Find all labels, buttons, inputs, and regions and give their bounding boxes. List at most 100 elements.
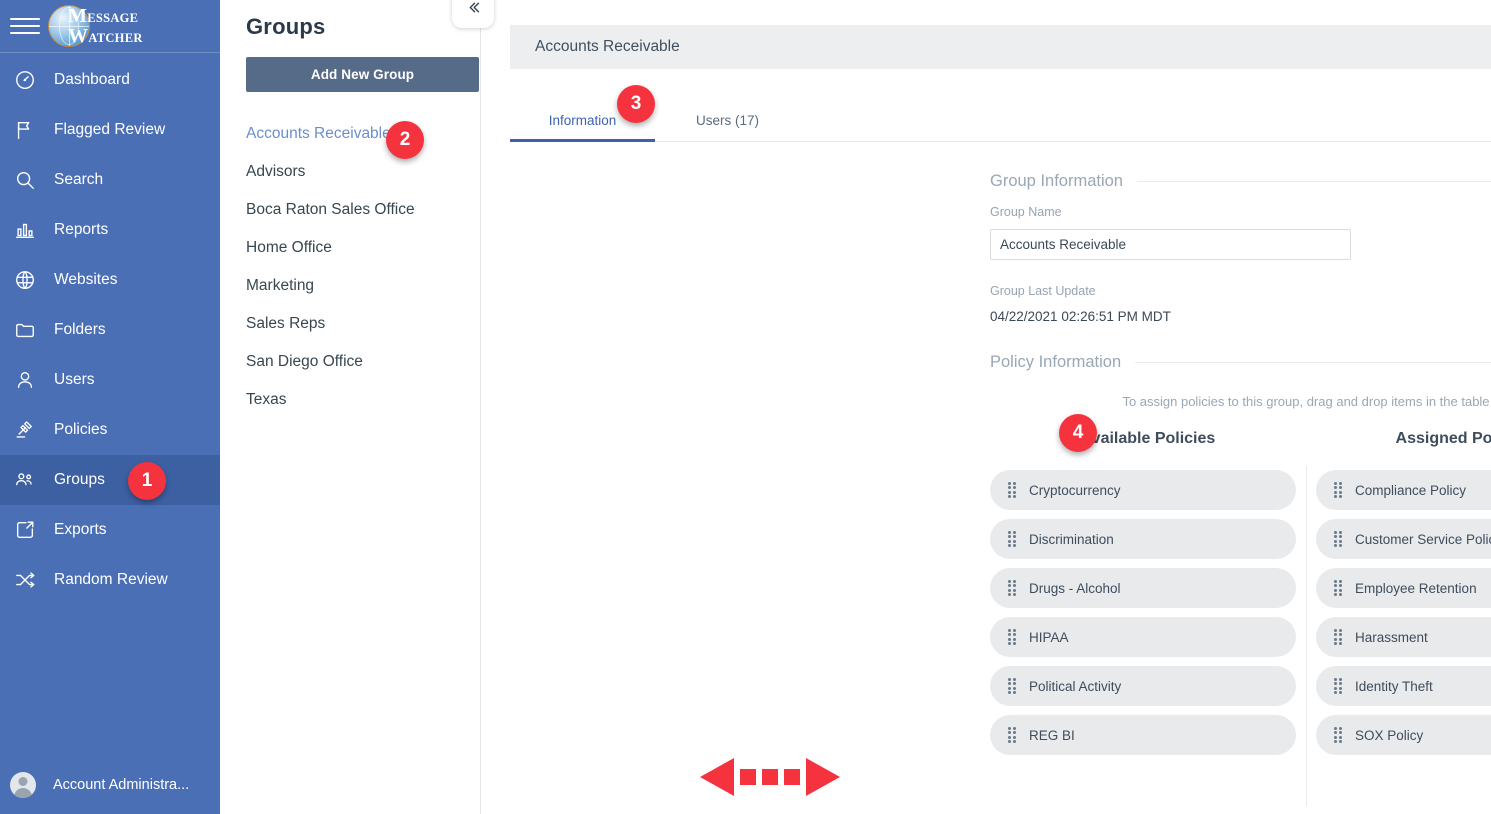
drag-handle-icon[interactable] — [1334, 580, 1342, 596]
drag-drop-hint: To assign policies to this group, drag a… — [1122, 394, 1490, 409]
search-icon — [14, 169, 48, 191]
sidebar-item-users[interactable]: Users — [0, 355, 220, 405]
group-item-advisors[interactable]: Advisors — [246, 153, 454, 191]
group-name-label: Group Name — [990, 205, 1062, 219]
sidebar-item-reports[interactable]: Reports — [0, 205, 220, 255]
policy-assignment-area: Available Policies Assigned Policies Cry… — [990, 430, 1491, 806]
sidebar-divider — [0, 52, 220, 53]
sidebar-item-label: Folders — [54, 321, 106, 338]
policy-pill-discrimination[interactable]: Discrimination — [990, 519, 1296, 559]
policy-pill-compliance-policy[interactable]: Compliance Policy — [1316, 470, 1491, 510]
sidebar-item-folders[interactable]: Folders — [0, 305, 220, 355]
policy-pill-sox-policy[interactable]: SOX Policy — [1316, 715, 1491, 755]
policy-pill-cryptocurrency[interactable]: Cryptocurrency — [990, 470, 1296, 510]
drag-handle-icon[interactable] — [1334, 482, 1342, 498]
group-item-sales-reps[interactable]: Sales Reps — [246, 305, 454, 343]
policy-columns-body: Cryptocurrency Discrimination Drugs - Al… — [990, 470, 1491, 755]
group-last-update-label: Group Last Update — [990, 284, 1096, 298]
drag-handle-icon[interactable] — [1334, 629, 1342, 645]
group-item-san-diego-office[interactable]: San Diego Office — [246, 343, 454, 381]
sidebar-header: MESSAGE WATCHER — [0, 0, 220, 52]
groups-panel: Groups Add New Group Accounts Receivable… — [220, 0, 494, 814]
app-root: MESSAGE WATCHER Dashboard Flagged Review… — [0, 0, 1491, 814]
add-new-group-button[interactable]: Add New Group — [246, 57, 479, 92]
group-item-home-office[interactable]: Home Office — [246, 229, 454, 267]
group-name-input[interactable] — [990, 229, 1351, 260]
flag-icon — [14, 119, 48, 141]
collapse-panel-button[interactable] — [452, 0, 494, 28]
sidebar-item-search[interactable]: Search — [0, 155, 220, 205]
sidebar-item-policies[interactable]: Policies — [0, 405, 220, 455]
sidebar-item-label: Random Review — [54, 571, 168, 588]
policy-pill-label: Employee Retention — [1355, 580, 1477, 596]
available-policies-header: Available Policies — [1080, 430, 1216, 447]
sidebar-item-websites[interactable]: Websites — [0, 255, 220, 305]
sidebar-item-exports[interactable]: Exports — [0, 505, 220, 555]
avatar-icon — [10, 772, 36, 798]
policy-pill-label: Compliance Policy — [1355, 482, 1467, 498]
drag-handle-icon[interactable] — [1334, 727, 1342, 743]
policy-pill-label: SOX Policy — [1355, 727, 1424, 743]
drag-handle-icon[interactable] — [1008, 580, 1016, 596]
drag-handle-icon[interactable] — [1334, 531, 1342, 547]
assigned-policies-list: Compliance Policy Customer Service Polic… — [1306, 470, 1491, 755]
tab-bar: Information Users (17) — [510, 95, 1491, 142]
account-footer[interactable]: Account Administra... — [0, 756, 220, 814]
policy-pill-harassment[interactable]: Harassment — [1316, 617, 1491, 657]
sidebar-item-random-review[interactable]: Random Review — [0, 555, 220, 605]
group-item-boca-raton-sales-office[interactable]: Boca Raton Sales Office — [246, 191, 454, 229]
policy-pill-customer-service-policy[interactable]: Customer Service Policy — [1316, 519, 1491, 559]
sidebar: MESSAGE WATCHER Dashboard Flagged Review… — [0, 0, 220, 814]
sidebar-item-label: Policies — [54, 421, 108, 438]
group-list: Accounts Receivable Advisors Boca Raton … — [246, 115, 454, 419]
policy-pill-label: Customer Service Policy — [1355, 531, 1491, 547]
drag-handle-icon[interactable] — [1334, 678, 1342, 694]
drag-handle-icon[interactable] — [1008, 629, 1016, 645]
gavel-icon — [14, 419, 48, 441]
sidebar-nav: Dashboard Flagged Review Search Reports … — [0, 55, 220, 605]
brand-line2-rest: ATCHER — [88, 31, 143, 45]
group-item-texas[interactable]: Texas — [246, 381, 454, 419]
policy-pill-label: Discrimination — [1029, 531, 1114, 547]
drag-handle-icon[interactable] — [1008, 531, 1016, 547]
tab-users[interactable]: Users (17) — [655, 113, 800, 141]
policy-pill-political-activity[interactable]: Political Activity — [990, 666, 1296, 706]
globe-icon — [14, 269, 48, 291]
brand-line1-cap: M — [68, 4, 88, 27]
available-policies-list: Cryptocurrency Discrimination Drugs - Al… — [990, 470, 1306, 755]
sidebar-item-label: Exports — [54, 521, 107, 538]
brand-line1-rest: ESSAGE — [87, 10, 139, 25]
drag-handle-icon[interactable] — [1008, 482, 1016, 498]
policy-pill-label: Political Activity — [1029, 678, 1122, 694]
sidebar-item-flagged-review[interactable]: Flagged Review — [0, 105, 220, 155]
sidebar-item-label: Websites — [54, 271, 118, 288]
policy-information-section-header: Policy Information — [990, 353, 1491, 372]
policy-pill-reg-bi[interactable]: REG BI — [990, 715, 1296, 755]
brand-text: MESSAGE WATCHER — [68, 4, 143, 47]
policy-pill-identity-theft[interactable]: Identity Theft — [1316, 666, 1491, 706]
policy-pill-label: Cryptocurrency — [1029, 482, 1121, 498]
sidebar-item-groups[interactable]: Groups — [0, 455, 220, 505]
sidebar-item-label: Users — [54, 371, 95, 388]
hamburger-menu-icon[interactable] — [10, 15, 40, 37]
policy-pill-drugs-alcohol[interactable]: Drugs - Alcohol — [990, 568, 1296, 608]
group-last-update-value: 04/22/2021 02:26:51 PM MDT — [990, 309, 1171, 324]
section-rule — [1136, 181, 1491, 182]
drag-handle-icon[interactable] — [1008, 678, 1016, 694]
sidebar-item-label: Reports — [54, 221, 109, 238]
step-badge-4: 4 — [1059, 414, 1097, 452]
step-badge-2: 2 — [386, 121, 424, 159]
drag-handle-icon[interactable] — [1008, 727, 1016, 743]
group-item-marketing[interactable]: Marketing — [246, 267, 454, 305]
shuffle-icon — [14, 569, 48, 591]
group-header-title: Accounts Receivable — [535, 38, 680, 55]
sidebar-item-label: Search — [54, 171, 104, 188]
group-information-title: Group Information — [990, 172, 1123, 190]
policy-pill-label: REG BI — [1029, 727, 1075, 743]
policy-pill-hipaa[interactable]: HIPAA — [990, 617, 1296, 657]
brand-line2-cap: W — [68, 25, 89, 47]
sidebar-item-dashboard[interactable]: Dashboard — [0, 55, 220, 105]
policy-pill-label: Harassment — [1355, 629, 1428, 645]
external-link-icon — [14, 519, 48, 541]
policy-pill-employee-retention[interactable]: Employee Retention — [1316, 568, 1491, 608]
